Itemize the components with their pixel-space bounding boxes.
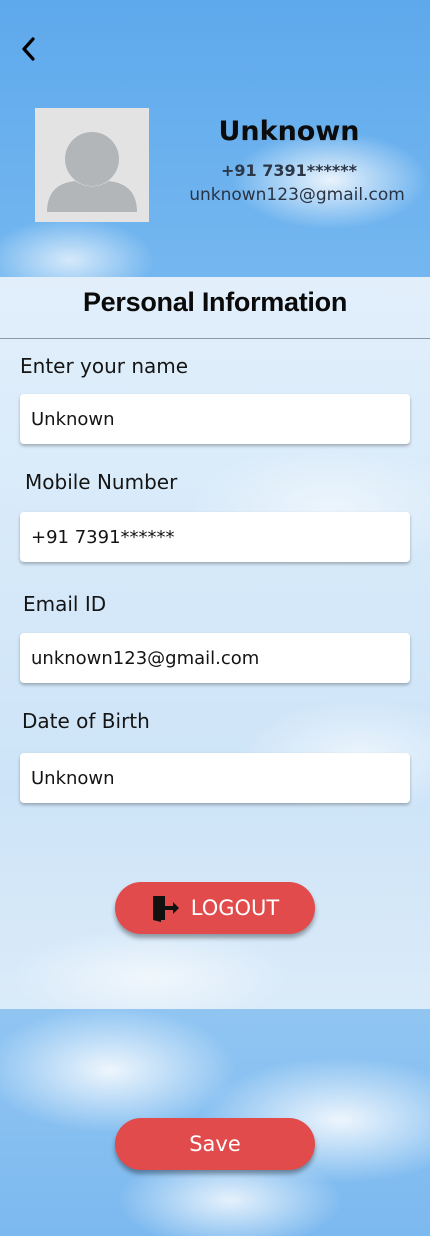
mobile-input[interactable]: +91 7391****** [20,512,410,562]
back-button[interactable] [14,34,42,64]
profile-name: Unknown [218,116,360,147]
dob-label: Date of Birth [22,709,150,733]
save-label: Save [189,1132,241,1156]
logout-label: LOGOUT [190,896,280,920]
avatar[interactable] [35,108,149,222]
personal-info-panel: Personal Information Enter your name Unk… [0,277,430,1009]
mobile-label: Mobile Number [25,470,178,494]
email-label: Email ID [23,592,107,616]
person-placeholder-icon [47,132,137,212]
profile-header: Unknown +91 7391****** unknown123@gmail.… [0,0,430,277]
name-label: Enter your name [20,354,189,378]
logout-door-icon [151,894,181,922]
divider [0,338,430,339]
chevron-left-icon [22,37,35,61]
profile-phone: +91 7391****** [221,161,357,180]
save-button[interactable]: Save [115,1118,315,1170]
email-input[interactable]: unknown123@gmail.com [20,633,410,683]
dob-input[interactable]: Unknown [20,753,410,803]
section-title: Personal Information [82,287,348,317]
name-input[interactable]: Unknown [20,394,410,444]
logout-button[interactable]: LOGOUT [115,882,315,934]
profile-email: unknown123@gmail.com [189,185,405,205]
